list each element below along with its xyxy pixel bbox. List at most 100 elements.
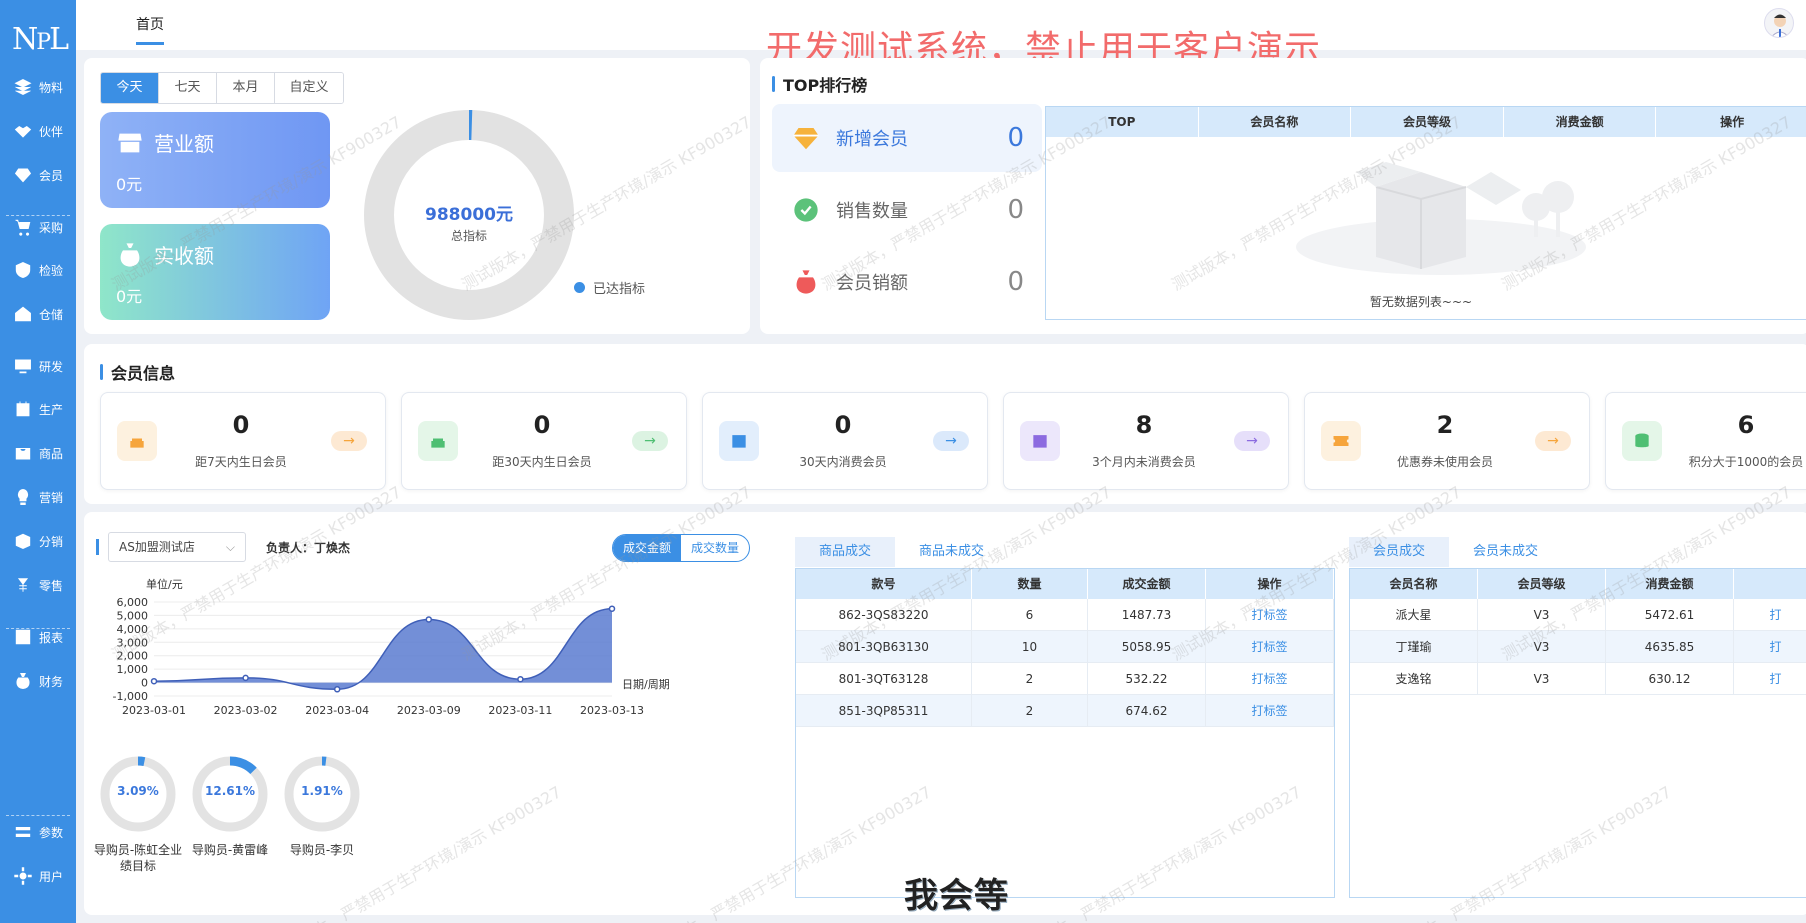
sidebar-item-label: 零售: [38, 578, 63, 593]
member-stat-card[interactable]: 2 优惠券未使用会员 →: [1304, 392, 1590, 490]
sidebar-item-8[interactable]: 商品: [0, 435, 76, 471]
target-value: 988000元: [425, 205, 513, 225]
data-point: [425, 616, 433, 623]
top-title: TOP排行榜: [772, 72, 867, 96]
member-stat-value: 0: [533, 411, 551, 439]
guide-progress-ring: 12.61%: [190, 754, 270, 834]
tab-member-no-deal[interactable]: 会员未成交: [1449, 537, 1563, 567]
sidebar: NPL 物料 伙伴 会员 采购 检验 仓储 研发 生产 商品 营销 分销 零售 报表 财务 参数 用户: [0, 0, 76, 923]
sidebar-item-14[interactable]: 参数: [0, 814, 76, 850]
tab-member-deal[interactable]: 会员成交: [1349, 537, 1450, 567]
y-tick-label: 5,000: [117, 609, 149, 622]
tab-goods-no-deal[interactable]: 商品未成交: [895, 537, 1009, 567]
member-stat-card[interactable]: 6积分大于1000的会员→: [1605, 392, 1806, 490]
y-tick-label: 1,000: [117, 663, 149, 676]
sidebar-item-label: 财务: [38, 674, 63, 689]
arrow-right-icon[interactable]: →: [331, 431, 367, 451]
tab-seven-days[interactable]: 七天: [159, 73, 217, 103]
sidebar-item-0[interactable]: 物料: [0, 69, 76, 105]
warehouse-icon: [13, 304, 33, 324]
sidebar-item-9[interactable]: 营销: [0, 479, 76, 515]
member-stat-label: 3个月内未消费会员: [1092, 455, 1196, 469]
col-deal-amount: 成交金额: [1088, 569, 1206, 599]
metric-member-sales[interactable]: 会员销额 0: [772, 248, 1042, 316]
member-stat-label: 距30天内生日会员: [492, 455, 592, 469]
store-icon: [118, 133, 142, 152]
handshake-icon: [13, 121, 33, 141]
member-stat-card[interactable]: 0 距30天内生日会员 →: [401, 392, 687, 490]
store-select[interactable]: AS加盟测试店 ⌵: [108, 532, 246, 562]
chevron-down-icon: ⌵: [225, 540, 235, 554]
toggle-amount[interactable]: 成交金额: [613, 535, 682, 561]
sidebar-item-15[interactable]: 用户: [0, 858, 76, 894]
sidebar-item-6[interactable]: 研发: [0, 348, 76, 384]
member-stat-card[interactable]: 0 距7天内生日会员 →: [100, 392, 386, 490]
sidebar-item-13[interactable]: 财务: [0, 663, 76, 699]
arrow-right-icon[interactable]: →: [1535, 431, 1571, 451]
sidebar-item-5[interactable]: 仓储: [0, 296, 76, 332]
y-tick-label: 0: [141, 677, 148, 690]
table-cell: 丁瑾瑜: [1350, 631, 1478, 662]
reached-legend-label: 已达指标: [593, 282, 646, 297]
tag-print-link[interactable]: 打: [1734, 631, 1806, 662]
revenue-box: 营业额 0元: [100, 112, 330, 208]
sidebar-item-11[interactable]: 零售: [0, 567, 76, 603]
ring-label: 导购员-陈虹全业绩目标: [93, 843, 183, 873]
table-cell: 派大星: [1350, 599, 1478, 630]
tab-home[interactable]: 首页: [136, 14, 164, 45]
sidebar-item-label: 报表: [38, 630, 63, 645]
table-cell: 630.12: [1606, 663, 1734, 694]
sidebar-item-12[interactable]: 报表: [0, 619, 76, 655]
metric-new-members[interactable]: 新增会员 0: [772, 104, 1042, 172]
tab-custom[interactable]: 自定义: [275, 73, 343, 103]
ring-label: 导购员-黄雷峰: [191, 843, 269, 857]
calendar-icon: [13, 399, 33, 419]
metric-label: 销售数量: [836, 201, 908, 222]
tag-print-link[interactable]: 打: [1734, 599, 1806, 630]
table-cell: 2: [972, 695, 1088, 726]
avatar[interactable]: [1764, 8, 1794, 38]
sidebar-item-label: 参数: [38, 825, 63, 840]
sidebar-item-7[interactable]: 生产: [0, 391, 76, 427]
member-stat-value: 8: [1135, 411, 1153, 439]
sidebar-item-1[interactable]: 伙伴: [0, 113, 76, 149]
metric-sales-count[interactable]: 销售数量 0: [772, 176, 1042, 244]
col-action: [1734, 569, 1806, 599]
tag-print-link[interactable]: 打标签: [1206, 599, 1334, 630]
arrow-right-icon[interactable]: →: [933, 431, 969, 451]
cart-icon: [13, 217, 33, 237]
table-cell: 801-3QB63130: [796, 631, 972, 662]
tag-print-link[interactable]: 打标签: [1206, 663, 1334, 694]
tag-print-link[interactable]: 打标签: [1206, 631, 1334, 662]
ring-label: 导购员-李贝: [289, 843, 355, 857]
member-stat-label: 积分大于1000的会员: [1688, 455, 1804, 469]
member-stat-value: 6: [1737, 411, 1755, 439]
tag-print-link[interactable]: 打: [1734, 663, 1806, 694]
sidebar-item-2[interactable]: 会员: [0, 157, 76, 193]
arrow-right-icon[interactable]: →: [632, 431, 668, 451]
tab-this-month[interactable]: 本月: [217, 73, 275, 103]
member-info-title: 会员信息: [100, 360, 175, 384]
ring-value: 12.61%: [205, 784, 255, 798]
data-point: [242, 674, 249, 682]
table-row: 862-3QS83220 6 1487.73 打标签: [796, 599, 1334, 631]
table-cell: 2: [972, 663, 1088, 694]
y-tick-label: 6,000: [117, 596, 149, 609]
col-action: 操作: [1206, 569, 1334, 599]
toggle-quantity[interactable]: 成交数量: [681, 535, 749, 561]
arrow-right-icon[interactable]: →: [1234, 431, 1270, 451]
sidebar-item-4[interactable]: 检验: [0, 252, 76, 288]
top-bar: 首页 开发测试系统，禁止用于客户演示: [76, 0, 1806, 70]
app-logo[interactable]: NPL: [12, 22, 69, 58]
member-info-card: 会员信息 0 距7天内生日会员 → 0 距30天内生日会员 → 0 30天内消费会员 → 8 3个月…: [84, 344, 1806, 504]
tab-today[interactable]: 今天: [101, 73, 159, 103]
tab-goods-deal[interactable]: 商品成交: [795, 537, 896, 567]
member-stat-card[interactable]: 8 3个月内未消费会员 →: [1003, 392, 1289, 490]
tag-print-link[interactable]: 打标签: [1206, 695, 1334, 726]
empty-box-illustration: [1296, 147, 1586, 297]
guide-progress-ring: 1.91%: [282, 754, 362, 834]
reached-legend[interactable]: 已达指标: [574, 278, 645, 297]
table-cell: 532.22: [1088, 663, 1206, 694]
member-stat-card[interactable]: 0 30天内消费会员 →: [702, 392, 988, 490]
sidebar-item-10[interactable]: 分销: [0, 523, 76, 559]
